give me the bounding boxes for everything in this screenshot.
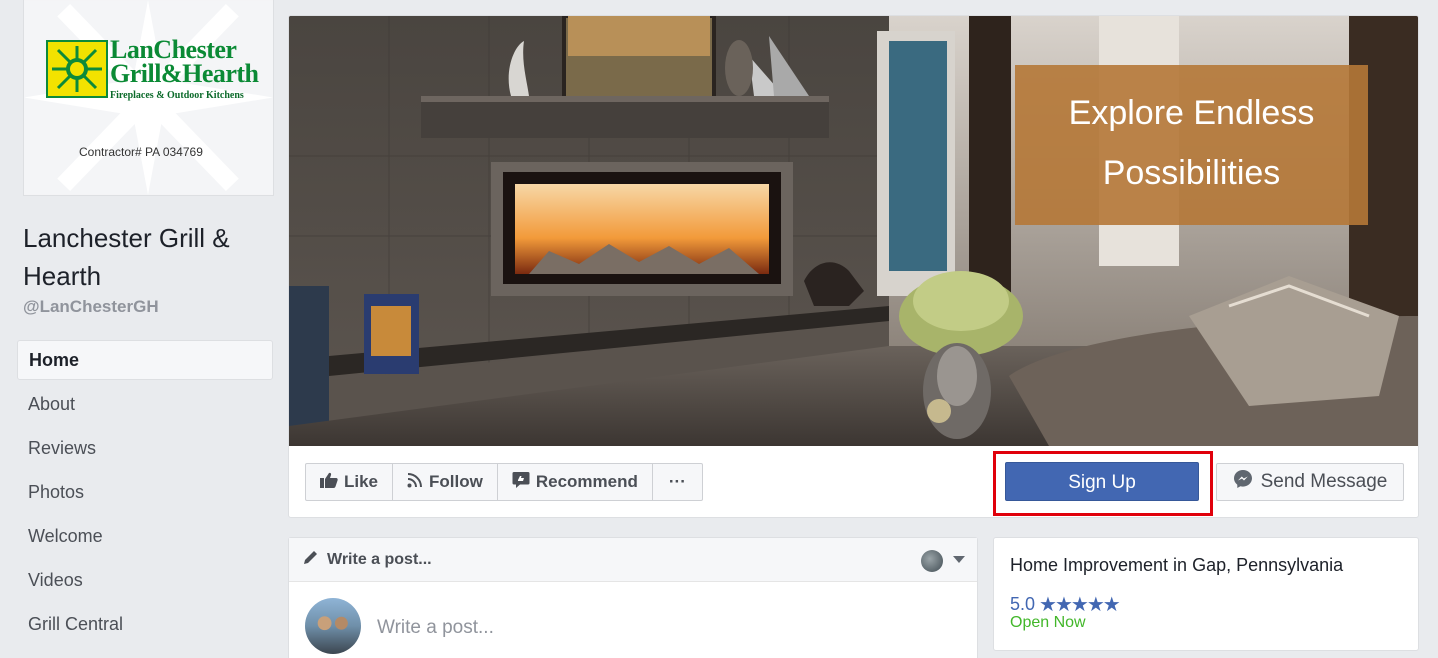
more-dots-icon: ··· — [668, 472, 686, 491]
send-message-button[interactable]: Send Message — [1216, 463, 1404, 501]
nav-item-grill-central[interactable]: Grill Central — [17, 604, 273, 648]
nav-item-reviews[interactable]: Reviews — [17, 428, 273, 472]
sign-up-button[interactable]: Sign Up — [1005, 462, 1199, 501]
nav-item-home[interactable]: Home — [17, 340, 273, 380]
contractor-number: Contractor# PA 034769 — [79, 145, 203, 159]
logo-wordmark: LanChester Grill&Hearth — [110, 37, 259, 88]
page-nav: Home About Reviews Photos Welcome Videos… — [17, 340, 273, 648]
logo-tagline: Fireplaces & Outdoor Kitchens — [110, 90, 244, 101]
send-message-label: Send Message — [1260, 471, 1388, 492]
page-action-bar: Like Follow Recommend ··· — [305, 463, 703, 501]
nav-item-photos[interactable]: Photos — [17, 472, 273, 516]
composer-header[interactable]: Write a post... — [289, 538, 977, 582]
nav-item-about[interactable]: About — [17, 384, 273, 428]
open-status: Open Now — [1010, 614, 1086, 631]
promo-line-2: Possibilities — [1102, 154, 1281, 192]
promo-line-1: Explore Endless — [1068, 94, 1315, 132]
cover-photo[interactable]: Explore Endless Possibilities — [289, 16, 1418, 446]
recommend-button[interactable]: Recommend — [498, 464, 653, 500]
like-button[interactable]: Like — [306, 464, 394, 500]
recommend-icon — [512, 471, 530, 494]
messenger-icon — [1233, 469, 1253, 495]
logo-line-2: Grill&Hearth — [110, 59, 259, 88]
promo-banner: Explore Endless Possibilities — [1015, 65, 1368, 225]
nav-item-welcome[interactable]: Welcome — [17, 516, 273, 560]
nav-item-videos[interactable]: Videos — [17, 560, 273, 604]
composer-header-label: Write a post... — [327, 550, 432, 568]
logo-sun-icon — [46, 40, 108, 98]
page-handle[interactable]: @LanChesterGH — [23, 297, 159, 317]
page-category[interactable]: Home Improvement in Gap, Pennsylvania — [1010, 555, 1343, 576]
rating-value: 5.0 — [1010, 594, 1036, 614]
recommend-label: Recommend — [535, 472, 638, 491]
more-options-button[interactable]: ··· — [653, 464, 702, 500]
cover-card: Explore Endless Possibilities Like Follo… — [288, 15, 1419, 518]
like-label: Like — [344, 472, 379, 491]
rss-follow-icon — [407, 472, 423, 493]
about-card: Home Improvement in Gap, Pennsylvania 5.… — [993, 537, 1419, 651]
page-name[interactable]: Lanchester Grill & Hearth — [23, 219, 263, 295]
follow-button[interactable]: Follow — [393, 464, 498, 500]
thumbs-up-icon — [320, 472, 338, 493]
pencil-icon — [303, 549, 319, 570]
chevron-down-icon[interactable] — [953, 556, 965, 563]
posting-as-avatar[interactable] — [921, 550, 943, 572]
follow-label: Follow — [429, 472, 483, 491]
user-avatar — [305, 598, 361, 654]
profile-picture[interactable]: LanChester Grill&Hearth Fireplaces & Out… — [23, 0, 274, 196]
write-post-input[interactable]: Write a post... — [377, 617, 494, 639]
post-composer: Write a post... Write a post... — [288, 537, 978, 658]
